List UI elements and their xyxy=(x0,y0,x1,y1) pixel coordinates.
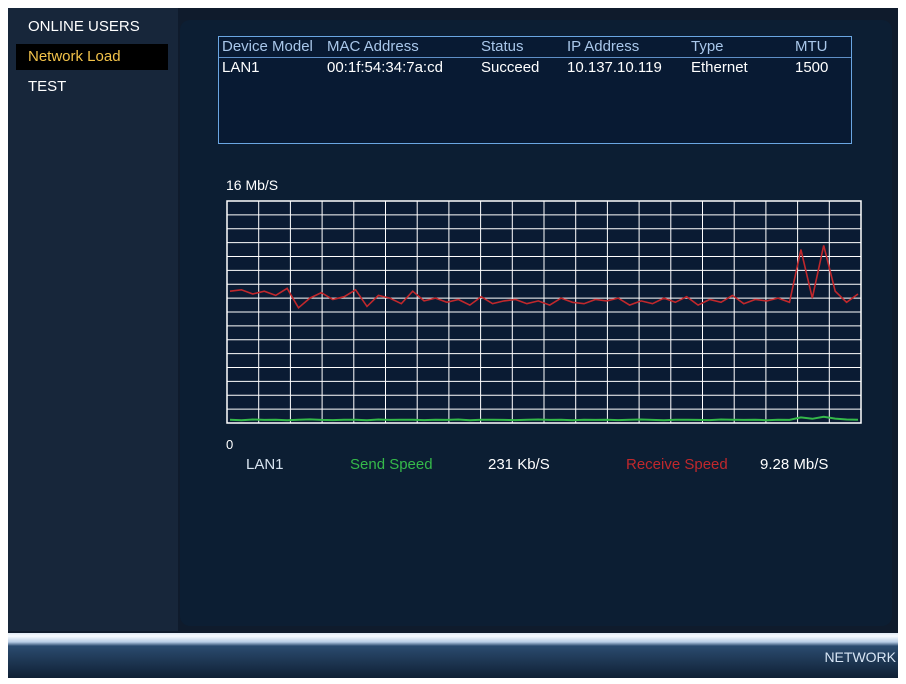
cell-device-model: LAN1 xyxy=(222,59,260,76)
column-header-type: Type xyxy=(691,38,724,55)
table-row[interactable]: LAN1 00:1f:54:34:7a:cd Succeed 10.137.10… xyxy=(219,58,851,80)
chart-scale-min: 0 xyxy=(226,437,234,452)
cell-type: Ethernet xyxy=(691,59,748,76)
column-header-mac-address: MAC Address xyxy=(327,38,419,55)
sidebar-item-online-users[interactable]: ONLINE USERS xyxy=(16,14,140,40)
network-load-panel: Device Model MAC Address Status IP Addre… xyxy=(180,20,892,626)
bottom-bar: NETWORK xyxy=(8,633,898,678)
network-load-chart xyxy=(226,200,862,424)
column-header-status: Status xyxy=(481,38,524,55)
column-header-ip-address: IP Address xyxy=(567,38,640,55)
sidebar-menu: ONLINE USERS Network Load TEST xyxy=(8,8,178,631)
legend-send-label: Send Speed xyxy=(350,456,433,473)
cell-ip-address: 10.137.10.119 xyxy=(567,59,662,76)
legend-receive-label: Receive Speed xyxy=(626,456,728,473)
legend-interface: LAN1 xyxy=(246,456,284,473)
cell-status: Succeed xyxy=(481,59,540,76)
cell-mac-address: 00:1f:54:34:7a:cd xyxy=(327,59,443,76)
legend-send-value: 231 Kb/S xyxy=(488,456,550,473)
sidebar-item-network-load[interactable]: Network Load xyxy=(16,44,168,70)
table-header: Device Model MAC Address Status IP Addre… xyxy=(219,37,851,58)
dvr-screen: ONLINE USERS Network Load TEST Device Mo… xyxy=(8,8,898,678)
adapter-table: Device Model MAC Address Status IP Addre… xyxy=(218,36,852,144)
sidebar-item-test[interactable]: TEST xyxy=(16,74,66,100)
cell-mtu: 1500 xyxy=(795,59,829,76)
legend-receive-value: 9.28 Mb/S xyxy=(760,456,829,473)
column-header-mtu: MTU xyxy=(795,38,828,55)
column-header-device-model: Device Model xyxy=(222,38,313,55)
section-label-network: NETWORK xyxy=(824,649,896,665)
chart-scale-max: 16 Mb/S xyxy=(226,177,279,193)
